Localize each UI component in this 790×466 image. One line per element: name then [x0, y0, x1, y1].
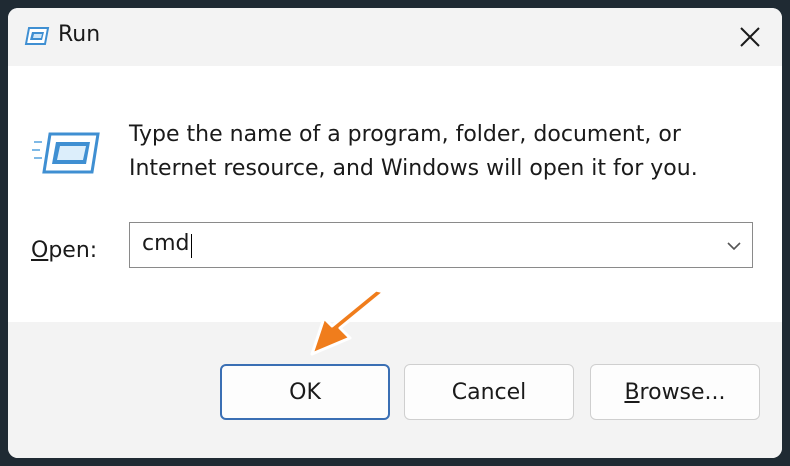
browse-button-label: rowse...	[639, 379, 726, 405]
description-text: Type the name of a program, folder, docu…	[129, 118, 749, 186]
open-label-text: pen:	[48, 238, 98, 263]
title-bar: Run	[8, 8, 782, 66]
window-title: Run	[58, 22, 101, 47]
ok-button-label: OK	[289, 379, 321, 405]
chevron-down-icon[interactable]	[724, 236, 744, 256]
screenshot-frame: Run Type the name of a program, folder, …	[0, 0, 790, 466]
description-line-2: Internet resource, and Windows will open…	[129, 156, 698, 181]
open-label-access-key: O	[31, 238, 49, 263]
close-icon	[740, 27, 760, 47]
run-dialog: Run Type the name of a program, folder, …	[8, 8, 782, 458]
dialog-content: Type the name of a program, folder, docu…	[8, 66, 782, 322]
browse-button[interactable]: Browse...	[590, 364, 760, 420]
open-input-value[interactable]: cmd	[142, 231, 190, 256]
open-label: Open:	[31, 238, 97, 263]
run-app-icon	[24, 27, 50, 45]
run-app-icon-large	[32, 132, 100, 174]
cancel-button-label: Cancel	[451, 379, 527, 405]
close-button[interactable]	[718, 8, 782, 66]
button-bar: OK Cancel Browse...	[8, 322, 782, 458]
ok-button[interactable]: OK	[220, 364, 390, 420]
open-combobox[interactable]: cmd	[129, 222, 753, 268]
description-line-1: Type the name of a program, folder, docu…	[129, 122, 681, 147]
text-caret	[191, 234, 192, 258]
browse-access-key: B	[624, 379, 640, 405]
cancel-button[interactable]: Cancel	[404, 364, 574, 420]
